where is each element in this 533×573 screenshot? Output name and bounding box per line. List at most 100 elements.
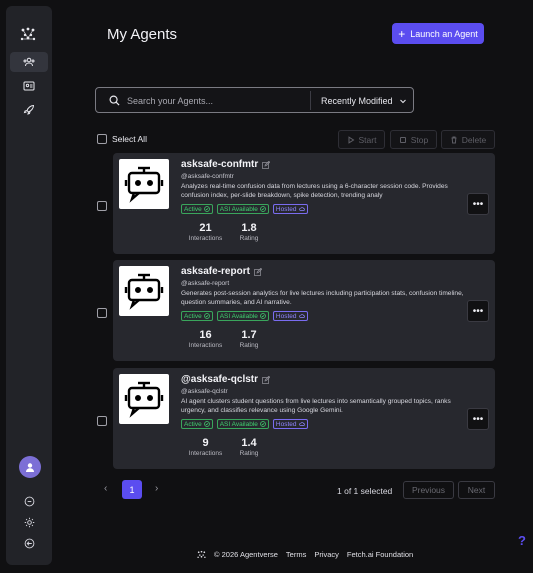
contacts-card-icon: [23, 81, 35, 91]
delete-button[interactable]: Delete: [441, 130, 495, 149]
agent-badges: Active ASI Available Hosted: [181, 311, 308, 321]
sidebar-item-agents[interactable]: [10, 52, 48, 72]
footer-link-terms[interactable]: Terms: [286, 550, 306, 559]
agent-description: Generates post-session analytics for liv…: [181, 290, 464, 306]
check-circle-icon: [260, 421, 266, 427]
footer-link-foundation[interactable]: Fetch.ai Foundation: [347, 550, 413, 559]
rating-stat: 1.7 Rating: [239, 329, 259, 349]
search-bar: Recently Modified: [95, 87, 414, 113]
launch-agent-button[interactable]: + Launch an Agent: [392, 23, 484, 44]
previous-button[interactable]: Previous: [403, 481, 454, 499]
sort-value: Recently Modified: [321, 95, 393, 106]
status-badge-active: Active: [181, 419, 213, 429]
delete-label: Delete: [461, 134, 487, 145]
footer: © 2026 Agentverse Terms Privacy Fetch.ai…: [197, 550, 413, 559]
cloud-icon: [298, 314, 305, 318]
help-question-icon[interactable]: ?: [518, 533, 526, 548]
agent-name[interactable]: asksafe-confmtr: [181, 159, 271, 170]
logout-icon: [24, 538, 34, 548]
interactions-stat: 16 Interactions: [188, 329, 223, 349]
agents-icon: [23, 57, 35, 67]
agent-checkbox[interactable]: [97, 308, 107, 318]
select-all-checkbox[interactable]: [97, 134, 107, 144]
prev-page-arrow[interactable]: ‹: [104, 483, 107, 494]
logo-icon[interactable]: [20, 26, 36, 42]
agent-card[interactable]: asksafe-report @asksafe-report Generates…: [113, 260, 495, 361]
start-label: Start: [358, 134, 377, 145]
status-badge-asi: ASI Available: [216, 311, 269, 321]
status-badge-asi: ASI Available: [216, 204, 269, 214]
status-badge-hosted: Hosted: [272, 419, 308, 429]
agent-name[interactable]: asksafe-report: [181, 266, 262, 277]
footer-link-privacy[interactable]: Privacy: [314, 550, 339, 559]
interactions-stat: 9 Interactions: [188, 437, 223, 457]
next-page-arrow[interactable]: ›: [155, 483, 158, 494]
agent-avatar: [119, 159, 169, 209]
search-input[interactable]: [127, 92, 297, 109]
rating-stat: 1.4 Rating: [239, 437, 259, 457]
agent-description: AI agent clusters student questions from…: [181, 398, 451, 414]
search-icon: [109, 95, 120, 106]
rocket-icon: [23, 104, 35, 115]
check-circle-icon: [260, 206, 266, 212]
ellipsis-icon: •••: [472, 198, 484, 210]
robot-chat-icon: [124, 381, 164, 418]
more-options-button[interactable]: •••: [467, 300, 489, 322]
agent-description: Analyzes real-time confusion data from l…: [181, 183, 448, 199]
chevron-down-icon: [399, 99, 406, 103]
sidebar: [6, 6, 52, 565]
check-circle-icon: [260, 313, 266, 319]
rating-stat: 1.8 Rating: [239, 222, 259, 242]
cloud-icon: [298, 207, 305, 211]
help-button[interactable]: [22, 494, 36, 508]
sidebar-item-contacts[interactable]: [10, 76, 48, 96]
selection-count: 1 of 1 selected: [337, 486, 393, 496]
robot-chat-icon: [124, 273, 164, 310]
sidebar-item-launch[interactable]: [10, 100, 48, 120]
cloud-icon: [298, 422, 305, 426]
edit-icon[interactable]: [262, 375, 271, 384]
ellipsis-icon: •••: [472, 305, 484, 317]
interactions-stat: 21 Interactions: [188, 222, 223, 242]
status-badge-hosted: Hosted: [272, 311, 308, 321]
help-circle-icon: [24, 496, 34, 506]
plus-icon: +: [398, 26, 406, 41]
page-button-1[interactable]: 1: [122, 480, 142, 499]
agent-card[interactable]: @asksafe-qclstr @asksafe-qclstr AI agent…: [113, 368, 495, 469]
ellipsis-icon: •••: [472, 413, 484, 425]
user-icon: [26, 463, 34, 472]
logo-icon: [197, 550, 206, 559]
theme-toggle[interactable]: [22, 515, 36, 529]
more-options-button[interactable]: •••: [467, 408, 489, 430]
edit-icon[interactable]: [254, 267, 262, 276]
agent-avatar: [119, 266, 169, 316]
status-badge-active: Active: [181, 311, 213, 321]
agent-handle: @asksafe-report: [181, 280, 230, 287]
sort-select[interactable]: Recently Modified: [310, 91, 414, 110]
logout-button[interactable]: [22, 536, 36, 550]
select-all[interactable]: Select All: [97, 134, 147, 144]
copyright: © 2026 Agentverse: [214, 550, 278, 559]
agent-handle: @asksafe-confmtr: [181, 173, 234, 180]
play-icon: [348, 135, 354, 144]
status-badge-active: Active: [181, 204, 213, 214]
agent-card[interactable]: asksafe-confmtr @asksafe-confmtr Analyze…: [113, 153, 495, 254]
sun-icon: [24, 517, 34, 527]
page-title: My Agents: [107, 26, 178, 43]
agent-name[interactable]: @asksafe-qclstr: [181, 374, 271, 385]
check-circle-icon: [203, 421, 210, 427]
more-options-button[interactable]: •••: [467, 193, 489, 215]
avatar[interactable]: [19, 456, 41, 478]
stop-label: Stop: [410, 134, 429, 145]
agent-checkbox[interactable]: [97, 416, 107, 426]
robot-chat-icon: [124, 166, 164, 203]
status-badge-hosted: Hosted: [272, 204, 308, 214]
next-button[interactable]: Next: [458, 481, 495, 499]
edit-icon[interactable]: [262, 160, 271, 169]
stop-button[interactable]: Stop: [390, 130, 437, 149]
agent-handle: @asksafe-qclstr: [181, 388, 228, 395]
trash-icon: [451, 136, 457, 143]
agent-checkbox[interactable]: [97, 201, 107, 211]
check-circle-icon: [203, 313, 210, 319]
start-button[interactable]: Start: [338, 130, 385, 149]
